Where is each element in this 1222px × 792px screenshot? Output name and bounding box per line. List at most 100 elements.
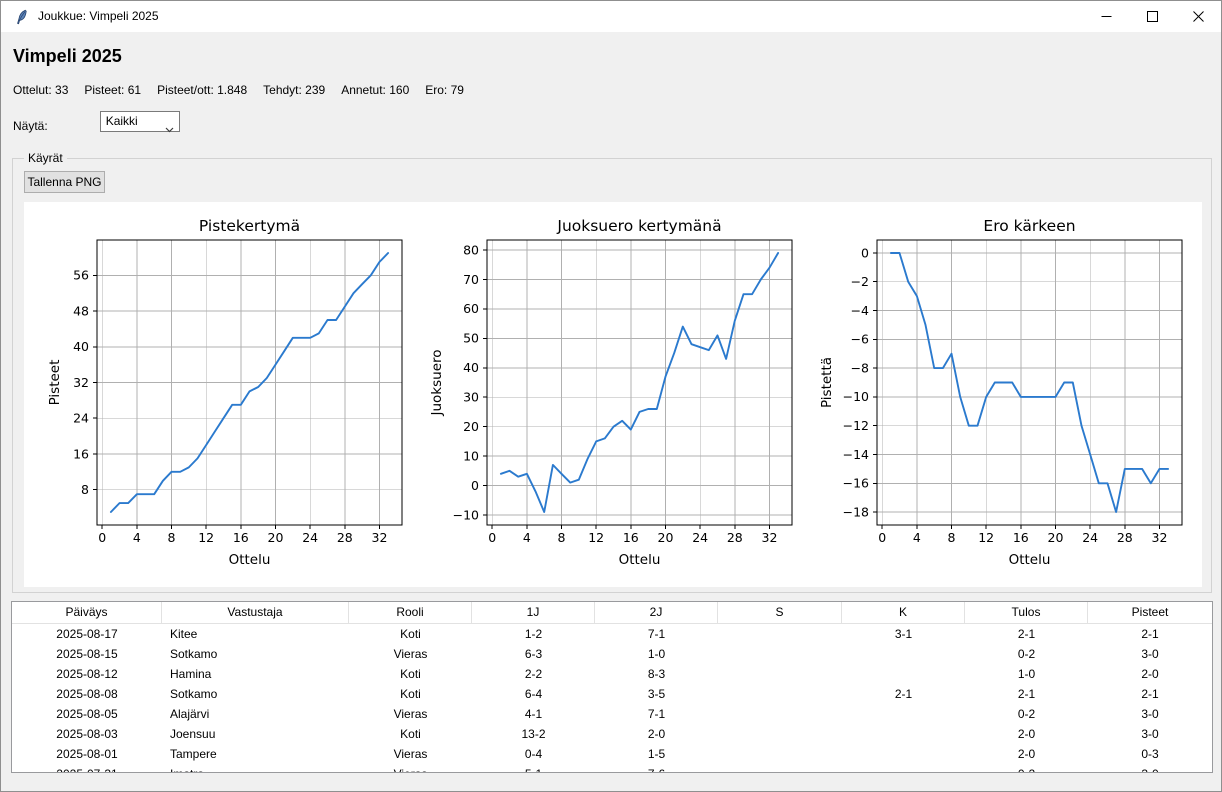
svg-text:Juoksuero kertymänä: Juoksuero kertymänä [556,217,721,235]
header-cell[interactable]: Tulos [965,602,1088,624]
table-cell: 0-2 [965,764,1088,773]
table-cell: 1-0 [595,644,718,664]
table-cell [842,764,965,773]
table-cell: 3-0 [1088,704,1212,724]
header-cell[interactable]: Päiväys [12,602,162,624]
table-cell: Alajärvi [162,704,349,724]
table-cell: 2-0 [965,744,1088,764]
svg-text:24: 24 [1082,530,1098,545]
table-cell [842,744,965,764]
show-filter-combobox[interactable]: Kaikki [100,111,180,132]
svg-text:32: 32 [1152,530,1168,545]
save-png-button[interactable]: Tallenna PNG [24,171,105,193]
table-row[interactable]: 2025-08-15SotkamoVieras6-31-00-23-0 [12,644,1212,664]
table-cell: 2-0 [965,724,1088,744]
close-button[interactable] [1175,1,1221,32]
table-cell: Koti [349,624,472,644]
app-window: Joukkue: Vimpeli 2025 Vimpeli 2025 Ottel… [0,0,1222,792]
svg-text:20: 20 [1048,530,1064,545]
svg-text:56: 56 [73,268,89,283]
svg-text:0: 0 [488,530,496,545]
table-cell: 0-3 [1088,744,1212,764]
table-cell: Vieras [349,764,472,773]
table-row[interactable]: 2025-08-01TampereVieras0-41-52-00-3 [12,744,1212,764]
table-cell: Vieras [349,744,472,764]
svg-text:−10: −10 [843,389,869,404]
svg-text:20: 20 [658,530,674,545]
svg-text:Pisteet: Pisteet [47,360,63,406]
table-cell: Kitee [162,624,349,644]
table-cell: Koti [349,664,472,684]
minimize-button[interactable] [1083,1,1129,32]
table-cell: 3-0 [1088,724,1212,744]
table-row[interactable]: 2025-08-03JoensuuKoti13-22-02-03-0 [12,724,1212,744]
svg-text:12: 12 [198,530,214,545]
svg-text:24: 24 [73,411,89,426]
header-cell[interactable]: Rooli [349,602,472,624]
table-cell: 0-2 [965,704,1088,724]
maximize-button[interactable] [1129,1,1175,32]
table-cell: 0-4 [472,744,595,764]
table-cell: 7-1 [595,704,718,724]
svg-text:8: 8 [168,530,176,545]
svg-text:32: 32 [762,530,778,545]
table-cell: 0-2 [965,644,1088,664]
table-cell [718,624,842,644]
table-cell: Vieras [349,644,472,664]
stat-item: Tehdyt: 239 [263,83,325,97]
header-cell[interactable]: K [842,602,965,624]
table-cell: 3-0 [1088,644,1212,664]
table-cell: 2025-08-15 [12,644,162,664]
header-cell[interactable]: 1J [472,602,595,624]
table-cell: 4-1 [472,704,595,724]
table-cell [718,644,842,664]
svg-text:28: 28 [337,530,353,545]
table-row[interactable]: 2025-07-31ImatraVieras5-17-60-23-0 [12,764,1212,773]
svg-text:−4: −4 [851,303,869,318]
table-cell: Imatra [162,764,349,773]
svg-text:0: 0 [861,245,869,260]
svg-text:Pistettä: Pistettä [819,357,835,408]
chevron-down-icon [165,120,174,139]
stat-item: Ero: 79 [425,83,464,97]
table-row[interactable]: 2025-08-08SotkamoKoti6-43-52-12-12-1 [12,684,1212,704]
header-cell[interactable]: 2J [595,602,718,624]
header-cell[interactable]: Pisteet [1088,602,1212,624]
header-cell[interactable]: S [718,602,842,624]
table-row[interactable]: 2025-08-17KiteeKoti1-27-13-12-12-1 [12,624,1212,644]
table-cell: Koti [349,684,472,704]
svg-text:Pistekertymä: Pistekertymä [199,217,300,235]
table-cell: 2-1 [965,684,1088,704]
table-body: 2025-08-17KiteeKoti1-27-13-12-12-12025-0… [12,624,1212,773]
table-cell [718,764,842,773]
svg-text:32: 32 [73,375,89,390]
stat-item: Annetut: 160 [341,83,409,97]
svg-text:Juoksuero: Juoksuero [429,349,445,416]
table-cell: 2025-08-08 [12,684,162,704]
svg-text:50: 50 [463,331,479,346]
svg-text:24: 24 [692,530,708,545]
header-cell[interactable]: Vastustaja [162,602,349,624]
chart-2: 048121620242832−18−16−14−12−10−8−6−4−20E… [819,217,1182,568]
table-cell [842,644,965,664]
svg-text:−6: −6 [851,332,869,347]
table-cell: 2-0 [595,724,718,744]
table-cell: Hamina [162,664,349,684]
table-row[interactable]: 2025-08-12HaminaKoti2-28-31-02-0 [12,664,1212,684]
table-row[interactable]: 2025-08-05AlajärviVieras4-17-10-23-0 [12,704,1212,724]
table-cell: 7-6 [595,764,718,773]
table-cell [718,724,842,744]
table-cell: Joensuu [162,724,349,744]
svg-text:20: 20 [268,530,284,545]
svg-text:16: 16 [1013,530,1029,545]
svg-text:20: 20 [463,419,479,434]
table-cell: 2-1 [842,684,965,704]
svg-text:0: 0 [878,530,886,545]
table-cell [842,704,965,724]
svg-text:0: 0 [471,478,479,493]
table-cell: 5-1 [472,764,595,773]
svg-text:28: 28 [1117,530,1133,545]
svg-text:Ottelu: Ottelu [1009,552,1051,568]
svg-text:40: 40 [463,360,479,375]
table-header: PäiväysVastustajaRooli1J2JSKTulosPisteet [12,602,1212,624]
